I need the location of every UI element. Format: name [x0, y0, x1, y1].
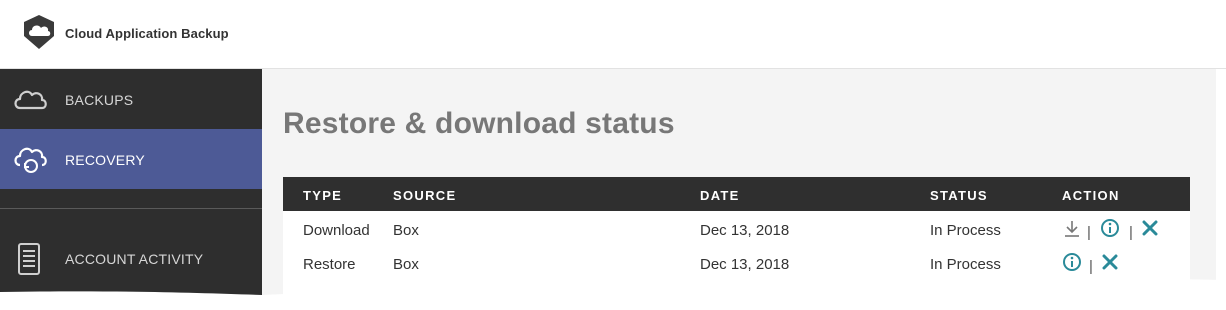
- column-header-action: ACTION: [1062, 188, 1120, 203]
- table-header: TYPE SOURCE DATE STATUS ACTION: [283, 177, 1190, 211]
- torn-edge-decoration: [0, 277, 1226, 310]
- sidebar-item-label: ACCOUNT ACTIVITY: [65, 251, 204, 267]
- cloud-sync-icon: [14, 147, 47, 173]
- cell-date: Dec 13, 2018: [700, 222, 790, 239]
- sidebar-divider: [0, 208, 262, 209]
- app-logo-icon: [24, 15, 54, 49]
- sidebar-item-recovery[interactable]: RECOVERY: [0, 129, 262, 189]
- column-header-status: STATUS: [930, 188, 988, 203]
- action-separator: |: [1129, 224, 1133, 241]
- cancel-icon[interactable]: [1139, 218, 1161, 240]
- sidebar-item-label: RECOVERY: [65, 152, 145, 168]
- cell-source: Box: [393, 222, 419, 239]
- app-window: Cloud Application Backup BACKUPS RECOVER…: [0, 0, 1226, 310]
- cell-type: Download: [303, 222, 370, 239]
- app-title: Cloud Application Backup: [65, 26, 229, 41]
- sidebar-item-backups[interactable]: BACKUPS: [0, 69, 262, 129]
- column-header-date: DATE: [700, 188, 740, 203]
- column-header-type: TYPE: [303, 188, 343, 203]
- table-row: Download Box Dec 13, 2018 In Process | |: [283, 213, 1190, 247]
- download-icon[interactable]: [1061, 218, 1083, 240]
- info-icon[interactable]: [1099, 218, 1121, 240]
- action-separator: |: [1087, 224, 1091, 241]
- column-header-source: SOURCE: [393, 188, 457, 203]
- cloud-icon: [14, 90, 47, 110]
- sidebar-item-label: BACKUPS: [65, 92, 134, 108]
- page-title: Restore & download status: [283, 107, 675, 140]
- cell-status: In Process: [930, 222, 1001, 239]
- app-header: Cloud Application Backup: [0, 0, 1226, 69]
